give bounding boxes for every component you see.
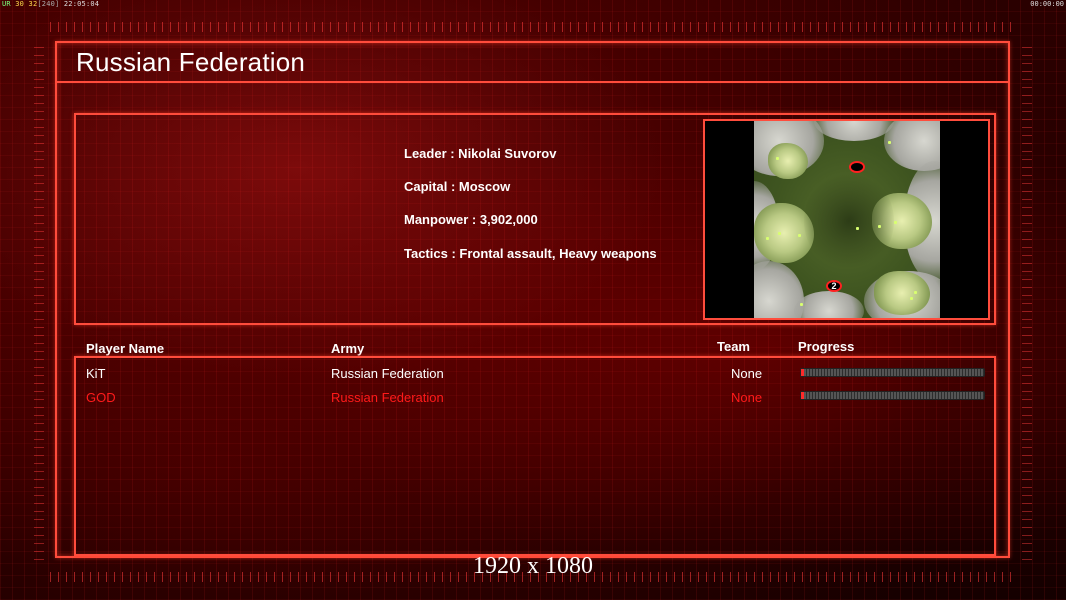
minimap-rock: [814, 121, 894, 141]
row-0-progress-bar: [800, 368, 985, 377]
header-progress: Progress: [798, 339, 855, 354]
hud-label: UR: [2, 0, 11, 8]
row-1-player: GOD: [86, 390, 116, 405]
ruler-left: [34, 40, 44, 560]
row-0-progress-fill: [801, 369, 804, 376]
manpower-text: Manpower : 3,902,000: [404, 212, 538, 227]
minimap[interactable]: 2: [754, 121, 940, 318]
header-player-name: Player Name: [86, 341, 165, 356]
minimap-start-marker[interactable]: [849, 161, 865, 173]
minimap-resource: [914, 291, 917, 294]
row-1-progress-bar: [800, 391, 985, 400]
minimap-resource: [766, 237, 769, 240]
minimap-resource: [888, 141, 891, 144]
ruler-right: [1022, 40, 1032, 560]
minimap-island: [768, 143, 808, 179]
minimap-resource: [856, 227, 859, 230]
row-1-army: Russian Federation: [331, 390, 444, 405]
minimap-resource: [776, 157, 779, 160]
minimap-resource: [800, 303, 803, 306]
minimap-resource: [798, 234, 801, 237]
capital-text: Capital : Moscow: [404, 179, 511, 194]
lobby-screen: UR 30 32[240] 22:05:04 00:00:00 Russian …: [0, 0, 1066, 600]
row-0-army: Russian Federation: [331, 366, 444, 381]
header-team: Team: [717, 339, 750, 354]
resolution-label: 1920 x 1080: [473, 553, 593, 579]
page-title: Russian Federation: [76, 47, 306, 77]
ruler-top: [50, 22, 1016, 32]
minimap-island: [874, 271, 930, 315]
row-0-team: None: [731, 366, 763, 381]
players-panel: [74, 356, 996, 556]
hud-timer: 00:00:00: [1030, 0, 1064, 8]
leader-text: Leader : Nikolai Suvorov: [404, 146, 557, 161]
hud-stats: UR 30 32[240] 22:05:04: [2, 0, 99, 8]
hud-clock: 22:05:04: [63, 0, 100, 8]
minimap-resource: [778, 232, 781, 235]
minimap-resource: [878, 225, 881, 228]
minimap-resource: [910, 297, 913, 300]
row-0-player: KiT: [86, 366, 106, 381]
minimap-start-marker-2[interactable]: 2: [826, 280, 842, 292]
row-1-team: None: [731, 390, 763, 405]
minimap-lowland: [804, 171, 894, 271]
header-army: Army: [331, 341, 365, 356]
minimap-rock: [794, 291, 864, 318]
hud-fps: 30: [15, 0, 25, 8]
row-1-progress-fill: [801, 392, 804, 399]
hud-frame: [240]: [37, 0, 60, 8]
minimap-resource: [894, 221, 897, 224]
tactics-text: Tactics : Frontal assault, Heavy weapons: [404, 246, 657, 261]
